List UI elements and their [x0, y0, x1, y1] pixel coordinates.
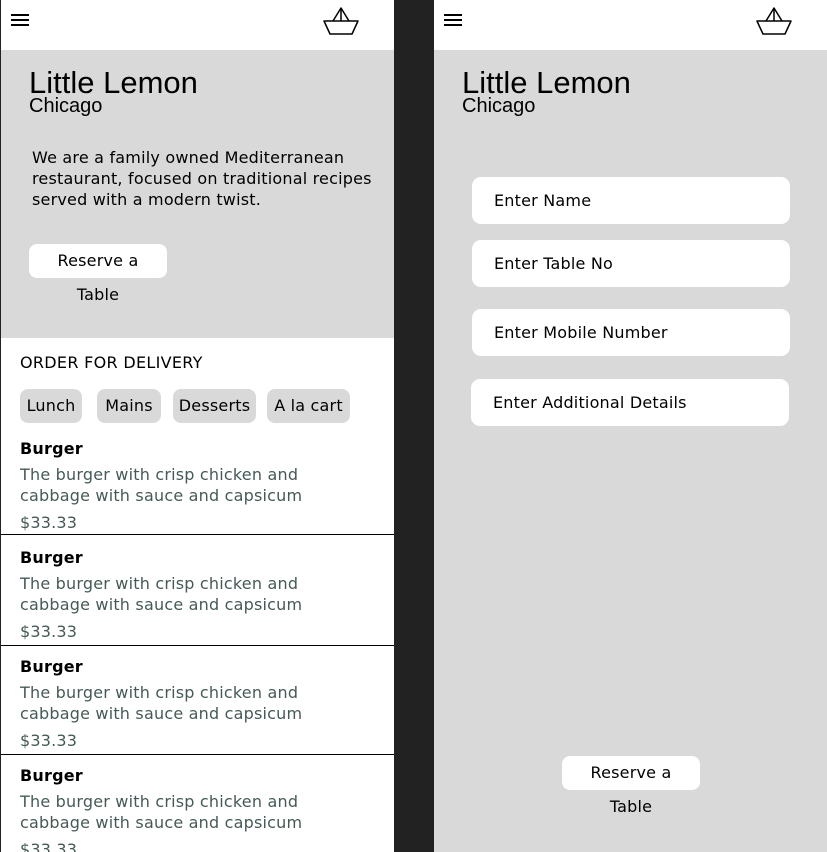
reservation-screen: Little Lemon Chicago Reserve a Table: [434, 0, 827, 852]
menu-item-description: The burger with crisp chicken and cabbag…: [20, 792, 303, 832]
category-chip-mains[interactable]: Mains: [97, 389, 161, 423]
menu-item-divider: [1, 534, 394, 535]
order-for-delivery-heading: ORDER FOR DELIVERY: [20, 353, 203, 372]
menu-item[interactable]: Burger The burger with crisp chicken and…: [1, 645, 394, 754]
menu-item-name: Burger: [20, 439, 83, 458]
menu-item-name: Burger: [20, 548, 83, 567]
restaurant-city: Chicago: [29, 95, 103, 117]
reserve-table-button[interactable]: Reserve a Table: [29, 244, 167, 304]
menu-item-price: $33.33: [20, 513, 78, 532]
home-screen: Little Lemon Chicago We are a family own…: [1, 0, 394, 852]
category-chip-a-la-cart[interactable]: A la cart: [267, 389, 350, 423]
reserve-table-submit-button[interactable]: Reserve a Table: [562, 756, 700, 816]
top-bar: [434, 0, 827, 50]
menu-item[interactable]: Burger The burger with crisp chicken and…: [1, 425, 394, 534]
basket-icon[interactable]: [321, 4, 361, 38]
menu-item-description: The burger with crisp chicken and cabbag…: [20, 683, 303, 723]
menu-item-divider: [1, 645, 394, 646]
hamburger-menu-icon[interactable]: [10, 12, 32, 28]
mobile-number-field[interactable]: [472, 309, 790, 356]
category-chip-desserts[interactable]: Desserts: [173, 389, 256, 423]
menu-item[interactable]: Burger The burger with crisp chicken and…: [1, 534, 394, 643]
hero-section: Little Lemon Chicago We are a family own…: [1, 50, 394, 338]
top-bar: [1, 0, 394, 50]
name-field[interactable]: [472, 177, 790, 224]
menu-item[interactable]: Burger The burger with crisp chicken and…: [1, 754, 394, 852]
basket-icon[interactable]: [754, 4, 794, 38]
restaurant-description: We are a family owned Mediterranean rest…: [32, 148, 372, 209]
additional-details-field[interactable]: [471, 379, 789, 426]
menu-item-name: Burger: [20, 766, 83, 785]
menu-item-description: The burger with crisp chicken and cabbag…: [20, 465, 303, 505]
menu-item-price: $33.33: [20, 840, 78, 852]
category-chip-lunch[interactable]: Lunch: [20, 389, 82, 423]
table-number-field[interactable]: [472, 240, 790, 287]
menu-item-divider: [1, 754, 394, 755]
menu-item-description: The burger with crisp chicken and cabbag…: [20, 574, 303, 614]
menu-item-name: Burger: [20, 657, 83, 676]
hamburger-menu-icon[interactable]: [443, 12, 465, 28]
restaurant-city: Chicago: [462, 95, 536, 117]
menu-item-price: $33.33: [20, 622, 78, 641]
menu-item-price: $33.33: [20, 731, 78, 750]
